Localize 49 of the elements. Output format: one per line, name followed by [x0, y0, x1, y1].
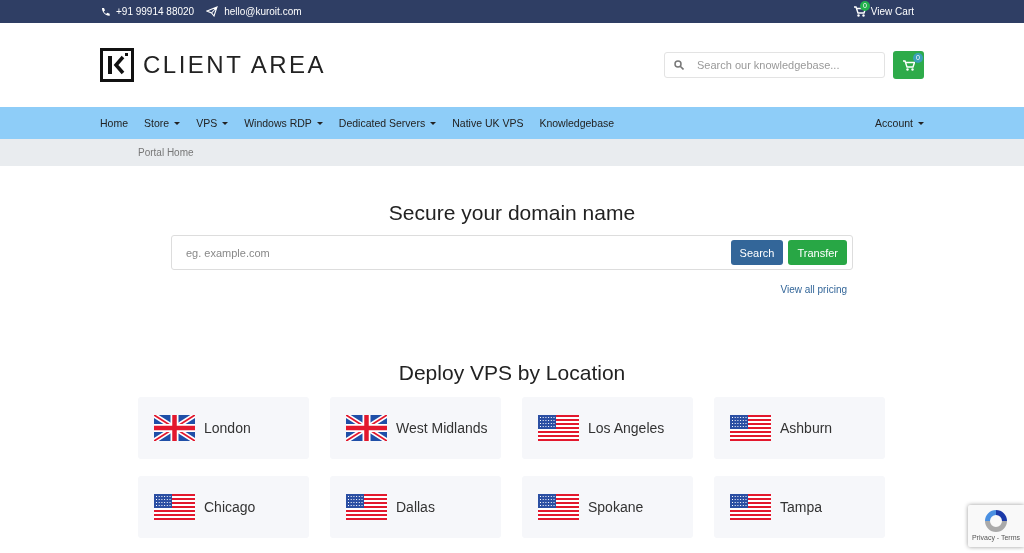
section-heading: Secure your domain name	[387, 201, 637, 225]
logo-text: CLIENT AREA	[143, 51, 327, 79]
nav-link[interactable]: Home	[100, 117, 128, 129]
location-card[interactable]: Spokane	[522, 476, 693, 538]
phone-number: +91 99914 88020	[116, 6, 195, 17]
pricing-link[interactable]: View all pricing	[780, 284, 847, 295]
nav-link[interactable]: Native UK VPS	[452, 117, 524, 129]
domain-button[interactable]: Search	[730, 240, 784, 265]
location-card[interactable]: Chicago	[138, 476, 309, 538]
location-name: Tampa	[780, 499, 823, 515]
nav-link[interactable]: Knowledgebase	[539, 117, 615, 129]
uk-flag-icon	[154, 415, 195, 441]
location-name: Spokane	[588, 499, 644, 515]
location-card[interactable]: Los Angeles	[522, 397, 693, 459]
recaptcha-icon	[983, 508, 1009, 534]
us-flag-icon	[154, 494, 195, 520]
search-icon	[674, 60, 684, 70]
location-name: London	[204, 420, 251, 436]
cart-icon	[853, 6, 866, 17]
location-name: Ashburn	[780, 420, 833, 436]
location-card[interactable]: West Midlands	[330, 397, 501, 459]
email-address: hello@kuroit.com	[224, 6, 302, 17]
us-flag-icon	[538, 415, 579, 441]
uk-flag-icon	[346, 415, 387, 441]
nav-link[interactable]: Windows RDP	[244, 117, 323, 129]
location-card[interactable]: Tampa	[714, 476, 885, 538]
location-name: West Midlands	[396, 420, 488, 436]
domain-search-field[interactable]: eg. example.com Search Transfer	[171, 235, 853, 270]
us-flag-icon	[730, 415, 771, 441]
cart-icon	[902, 59, 915, 71]
paper-plane-icon	[206, 6, 219, 17]
logo-icon	[100, 48, 134, 82]
search-field[interactable]: Search our knowledgebase...	[664, 52, 885, 78]
nav-link[interactable]: Account	[875, 117, 924, 129]
location-card[interactable]: Dallas	[330, 476, 501, 538]
section-heading: Deploy VPS by Location	[397, 361, 627, 385]
phone-icon	[100, 6, 110, 17]
nav-link[interactable]: Dedicated Servers	[338, 117, 437, 129]
location-name: Chicago	[204, 499, 256, 515]
us-flag-icon	[346, 494, 387, 520]
location-card[interactable]: London	[138, 397, 309, 459]
nav-link[interactable]: Store	[144, 117, 181, 129]
location-card[interactable]: Ashburn	[714, 397, 885, 459]
breadcrumb-link[interactable]: Portal Home	[138, 147, 194, 158]
location-name: Los Angeles	[588, 420, 665, 436]
us-flag-icon	[538, 494, 579, 520]
us-flag-icon	[730, 494, 771, 520]
nav-link[interactable]: VPS	[196, 117, 229, 129]
location-name: Dallas	[396, 499, 435, 515]
